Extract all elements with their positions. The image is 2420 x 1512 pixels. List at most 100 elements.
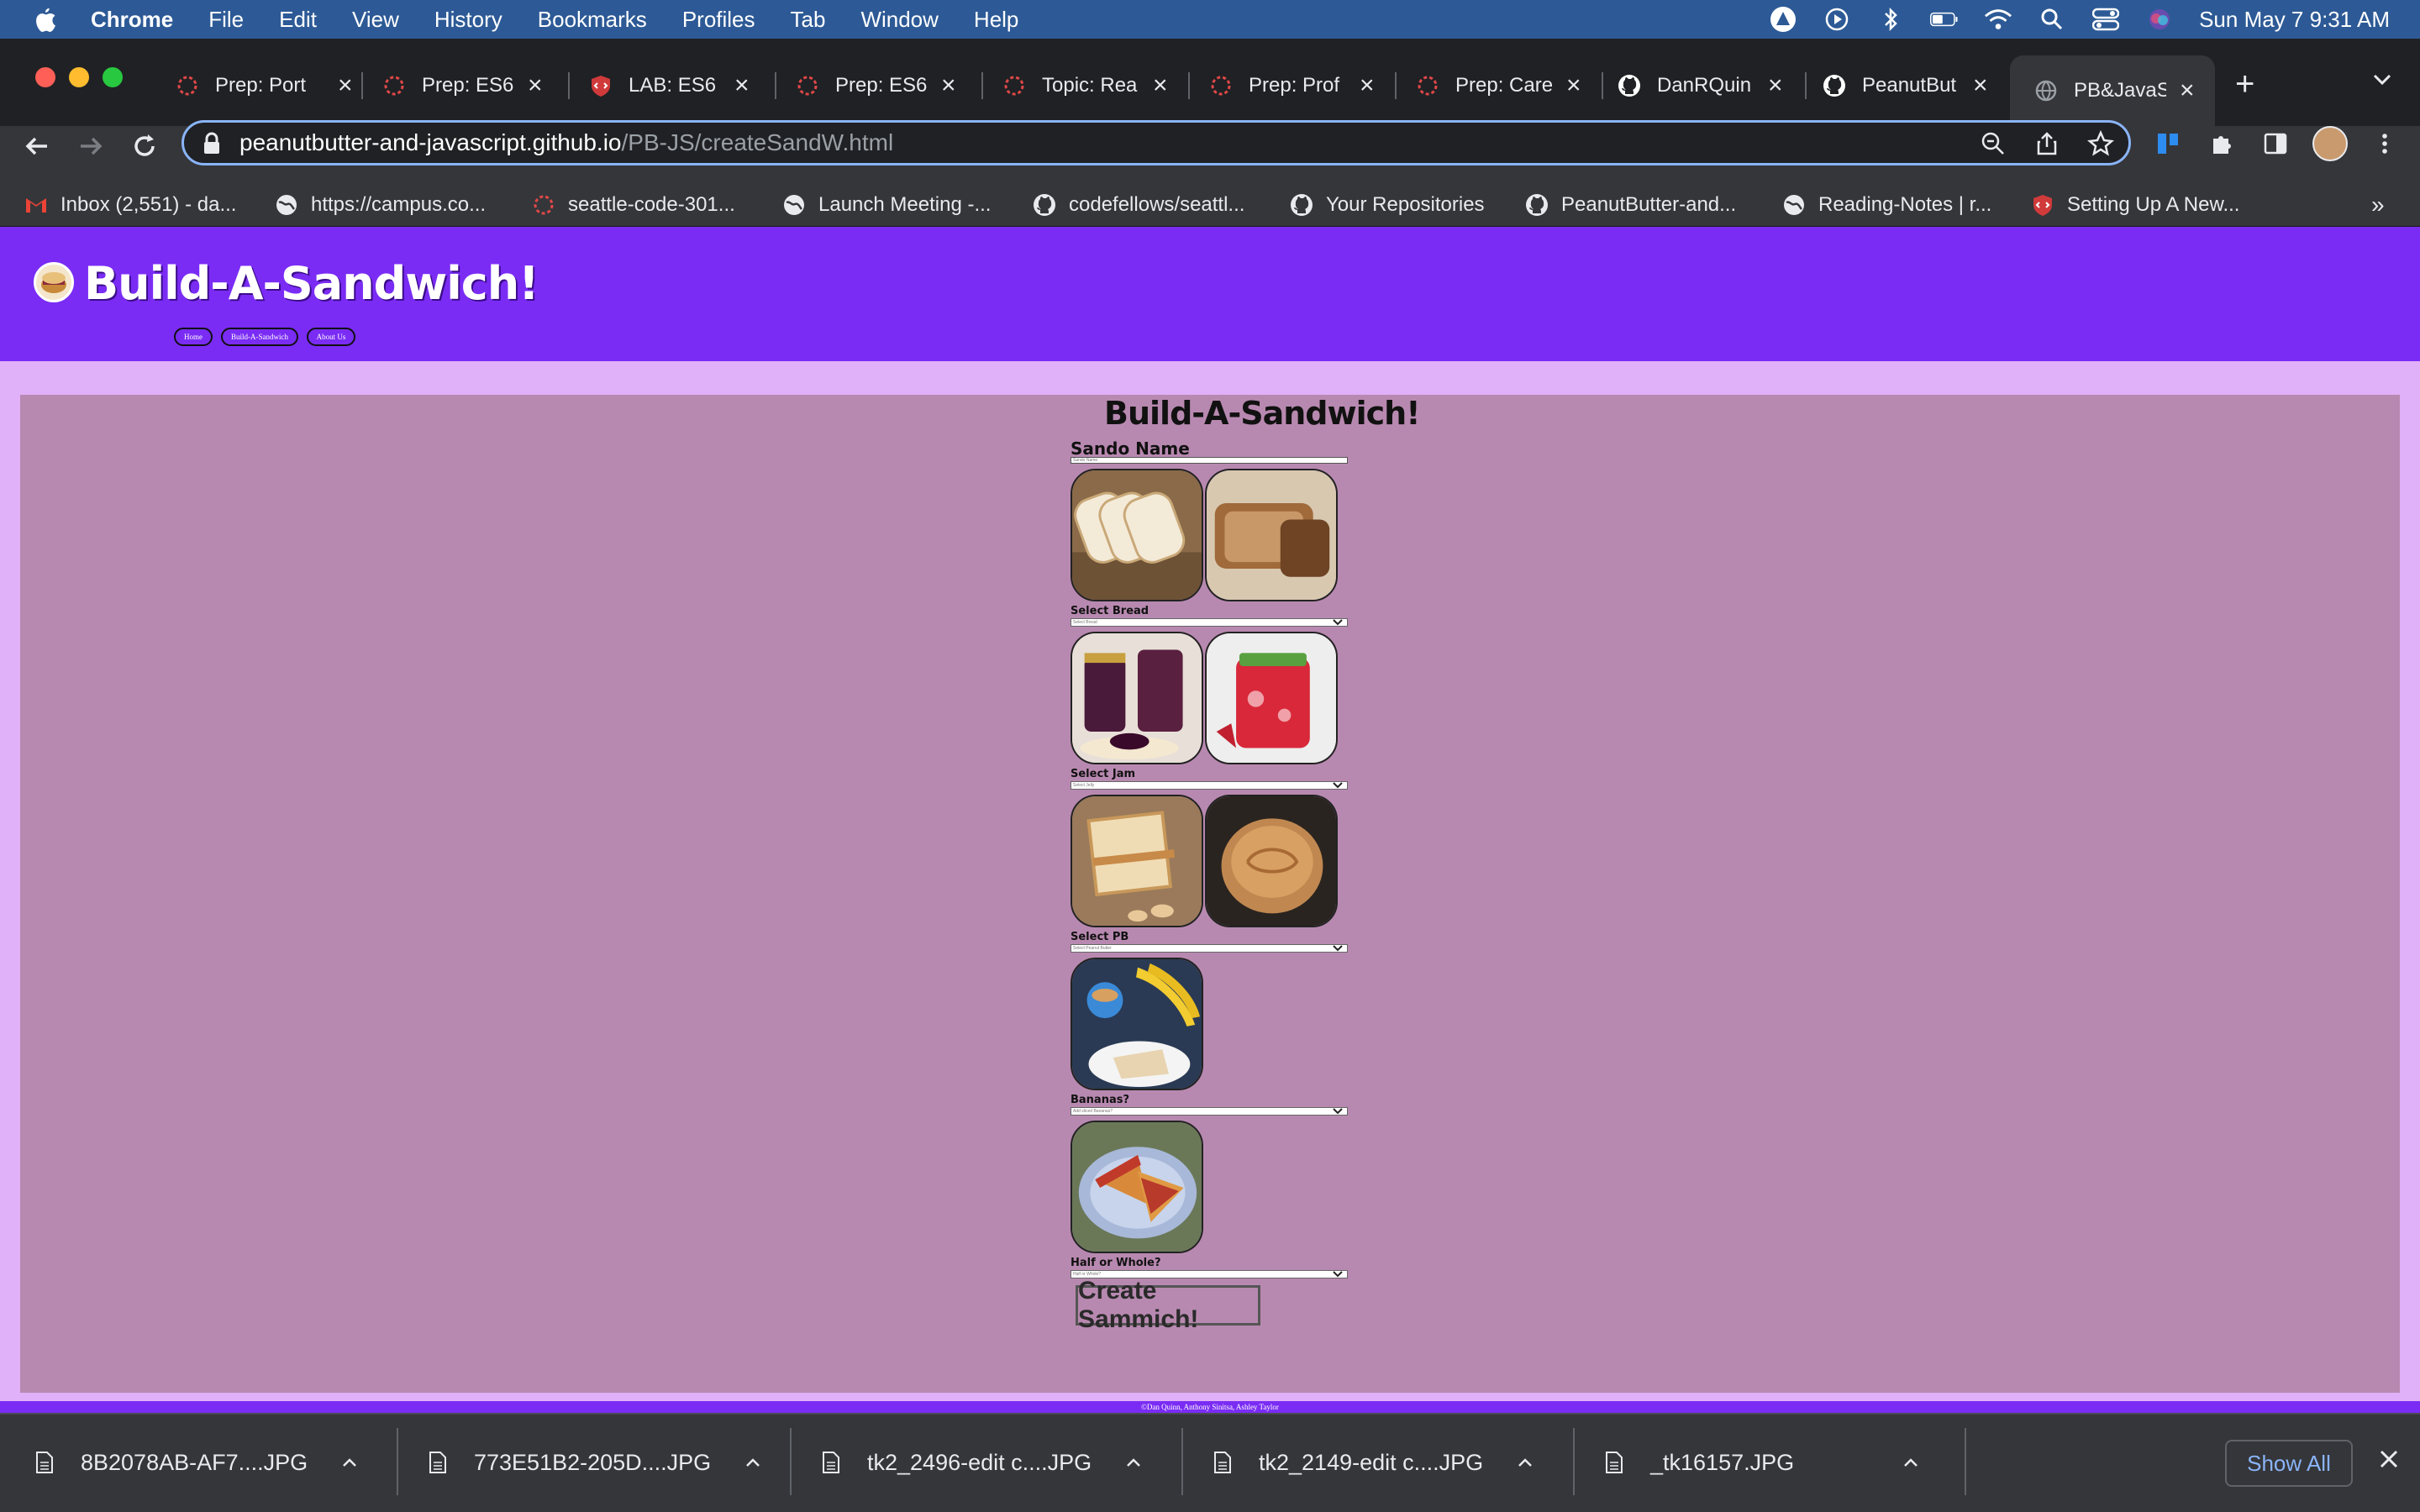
- bread-select[interactable]: Select Bread: [1071, 618, 1348, 627]
- tab-prep-portfolio[interactable]: Prep: Port ×: [175, 62, 353, 109]
- forward-arrow-icon[interactable]: [74, 129, 108, 163]
- download-item[interactable]: tk2_2496-edit c....JPG: [822, 1433, 1142, 1492]
- bookmark-setting-up[interactable]: Setting Up A New...: [2030, 186, 2239, 223]
- siri-icon[interactable]: [2145, 7, 2174, 32]
- tab-prep-es6-2[interactable]: Prep: ES6 ×: [795, 62, 956, 109]
- window-close-button[interactable]: [35, 67, 55, 87]
- reload-icon[interactable]: [128, 129, 161, 163]
- bookmark-codefellows-seattle[interactable]: codefellows/seattl...: [1032, 186, 1244, 223]
- tab-prep-es6[interactable]: Prep: ES6 ×: [381, 62, 543, 109]
- download-item[interactable]: 8B2078AB-AF7....JPG: [35, 1433, 358, 1492]
- bananas-select[interactable]: Add sliced Bananas?: [1071, 1107, 1348, 1116]
- nav-home[interactable]: Home: [174, 328, 213, 346]
- address-bar[interactable]: peanutbutter-and-javascript.github.io/PB…: [182, 120, 2131, 165]
- pb-select[interactable]: Select Peanut Butter: [1071, 944, 1348, 953]
- side-panel-icon[interactable]: [2262, 130, 2289, 157]
- play-icon[interactable]: [1823, 7, 1851, 32]
- apple-icon[interactable]: [34, 7, 57, 32]
- wifi-icon[interactable]: [1984, 7, 2012, 32]
- star-bookmark-icon[interactable]: [2087, 130, 2114, 157]
- tab-prep-professional[interactable]: Prep: Prof ×: [1208, 62, 1375, 109]
- chevron-up-icon[interactable]: [744, 1457, 761, 1468]
- chevron-down-icon: [1333, 1271, 1343, 1278]
- sando-name-input[interactable]: Sando Name: [1071, 457, 1348, 464]
- chevron-up-icon[interactable]: [341, 1457, 358, 1468]
- puzzle-extensions-icon[interactable]: [2208, 130, 2235, 157]
- clock[interactable]: Sun May 7 9:31 AM: [2199, 7, 2390, 33]
- menu-bookmarks[interactable]: Bookmarks: [538, 7, 647, 33]
- peanut-butter-jar-photo[interactable]: [1205, 795, 1338, 927]
- menu-app-chrome[interactable]: Chrome: [91, 7, 173, 33]
- half-sandwich-photo[interactable]: [1071, 1121, 1203, 1253]
- download-item[interactable]: 773E51B2-205D....JPG: [429, 1433, 761, 1492]
- bookmark-your-repositories[interactable]: Your Repositories: [1289, 186, 1485, 223]
- white-bread-photo[interactable]: [1071, 469, 1203, 601]
- tab-github-peanutbutter[interactable]: PeanutBut ×: [1822, 62, 1988, 109]
- close-icon[interactable]: ×: [1973, 71, 1988, 100]
- menu-file[interactable]: File: [208, 7, 244, 33]
- chevron-up-icon[interactable]: [1125, 1457, 1142, 1468]
- menu-profiles[interactable]: Profiles: [682, 7, 755, 33]
- menu-view[interactable]: View: [352, 7, 399, 33]
- close-icon[interactable]: ×: [941, 71, 956, 100]
- bookmark-peanutbutter-and[interactable]: PeanutButter-and...: [1524, 186, 1736, 223]
- battery-icon[interactable]: [1930, 7, 1959, 32]
- kebab-menu-icon[interactable]: [2371, 130, 2398, 157]
- close-icon[interactable]: ×: [1566, 71, 1581, 100]
- bookmark-seattle-code-301[interactable]: seattle-code-301...: [531, 186, 735, 223]
- download-item[interactable]: _tk16157.JPG: [1605, 1433, 1919, 1492]
- bookmark-reading-notes[interactable]: Reading-Notes | r...: [1781, 186, 1991, 223]
- chevron-up-icon[interactable]: [1902, 1457, 1919, 1468]
- back-arrow-icon[interactable]: [20, 129, 54, 163]
- create-sammich-button[interactable]: Create Sammich!: [1076, 1277, 1260, 1333]
- jam-select[interactable]: Select Jelly: [1071, 781, 1348, 790]
- spotlight-search-icon[interactable]: [2038, 7, 2066, 32]
- wheat-bread-photo[interactable]: [1205, 469, 1338, 601]
- zoom-icon[interactable]: [1980, 130, 2007, 157]
- window-zoom-button[interactable]: [103, 67, 123, 87]
- strawberry-jam-photo[interactable]: [1205, 632, 1338, 764]
- nav-build-a-sandwich[interactable]: Build-A-Sandwich: [221, 328, 298, 346]
- close-icon[interactable]: [2376, 1446, 2402, 1472]
- grape-jam-photo[interactable]: [1071, 632, 1203, 764]
- window-minimize-button[interactable]: [69, 67, 89, 87]
- tab-topic-react[interactable]: Topic: Rea ×: [1002, 62, 1168, 109]
- vpn-triangle-icon[interactable]: [1769, 7, 1797, 32]
- share-icon[interactable]: [2033, 130, 2060, 157]
- bluetooth-icon[interactable]: [1876, 7, 1905, 32]
- close-icon[interactable]: ×: [734, 71, 750, 100]
- nav-about-us[interactable]: About Us: [307, 328, 355, 346]
- menu-history[interactable]: History: [434, 7, 502, 33]
- peanut-sandwich-photo[interactable]: [1071, 795, 1203, 927]
- tab-pb-javascript-active[interactable]: PB&JavaS ×: [2010, 55, 2215, 126]
- bookmarks-overflow-button[interactable]: »: [2371, 186, 2385, 223]
- close-icon[interactable]: ×: [1768, 71, 1783, 100]
- chevron-up-icon[interactable]: [1517, 1457, 1534, 1468]
- codefellows-icon: [177, 76, 197, 96]
- tab-prep-career[interactable]: Prep: Care ×: [1415, 62, 1581, 109]
- control-center-icon[interactable]: [2091, 7, 2120, 32]
- chevron-down-icon[interactable]: [2371, 69, 2393, 91]
- close-icon[interactable]: ×: [1360, 71, 1375, 100]
- menu-tab[interactable]: Tab: [791, 7, 826, 33]
- show-all-downloads-button[interactable]: Show All: [2225, 1440, 2353, 1487]
- bookmark-campus[interactable]: https://campus.co...: [274, 186, 486, 223]
- close-icon[interactable]: ×: [1153, 71, 1168, 100]
- avatar[interactable]: [2312, 126, 2348, 161]
- tab-github-danrquinn[interactable]: DanRQuin ×: [1617, 62, 1783, 109]
- bookmark-launch-meeting[interactable]: Launch Meeting -...: [781, 186, 991, 223]
- banana-sandwich-photo[interactable]: [1071, 958, 1203, 1090]
- tab-lab-es6[interactable]: LAB: ES6 ( ×: [588, 62, 750, 109]
- trello-extension-icon[interactable]: [2154, 130, 2181, 157]
- new-tab-button[interactable]: +: [2235, 66, 2254, 103]
- close-icon[interactable]: ×: [338, 71, 353, 100]
- download-item[interactable]: tk2_2149-edit c....JPG: [1213, 1433, 1534, 1492]
- menu-window[interactable]: Window: [860, 7, 938, 33]
- bookmark-gmail-inbox[interactable]: Inbox (2,551) - da...: [24, 186, 236, 223]
- close-icon[interactable]: ×: [2180, 76, 2195, 105]
- menu-help[interactable]: Help: [974, 7, 1018, 33]
- close-icon[interactable]: ×: [528, 71, 543, 100]
- sandwich-logo[interactable]: [34, 262, 74, 302]
- lock-icon[interactable]: [198, 130, 225, 157]
- menu-edit[interactable]: Edit: [279, 7, 317, 33]
